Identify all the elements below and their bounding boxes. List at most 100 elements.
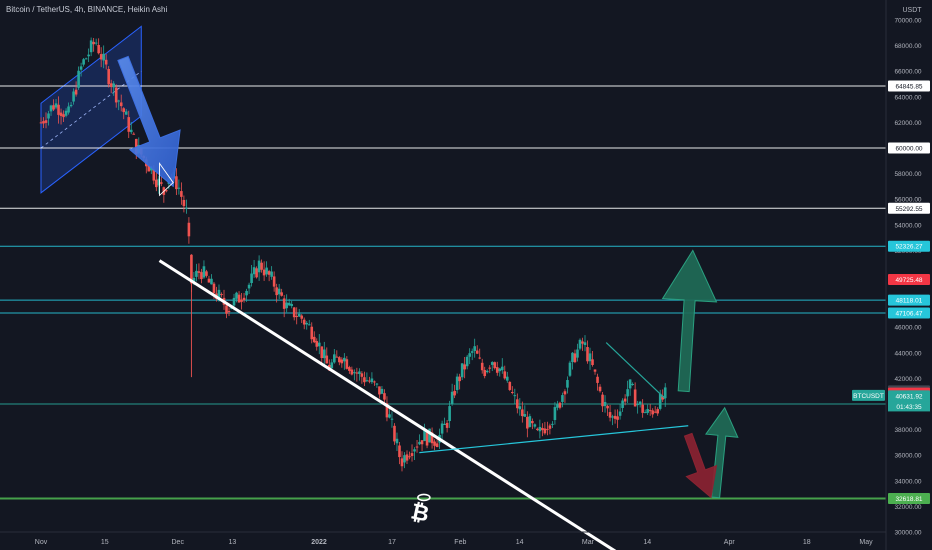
candle-body [503, 371, 507, 379]
y-axis-tick-label: 42000.00 [894, 376, 921, 383]
candle-body [420, 440, 424, 445]
candle-body [285, 302, 288, 309]
x-axis-tick-label: 2022 [311, 539, 327, 546]
y-axis-tick-label: 46000.00 [894, 325, 921, 332]
candle-body [84, 58, 88, 60]
candle-body [568, 362, 572, 376]
candle-body [475, 350, 479, 354]
candle-body [408, 456, 411, 458]
candle-body [202, 266, 206, 278]
candle-body [350, 369, 354, 375]
candle-body [348, 367, 351, 371]
candle-body [182, 199, 186, 207]
candle-body [44, 120, 48, 123]
candle-body [107, 69, 110, 85]
candle-body [225, 305, 228, 314]
candle-body [295, 316, 299, 318]
candle-body [646, 409, 649, 413]
candle-body [593, 369, 597, 372]
candle-body [252, 267, 256, 275]
candle-body [275, 287, 278, 296]
candle-body [651, 410, 654, 415]
candle-body [596, 376, 599, 383]
x-axis-tick-label: 18 [803, 539, 811, 546]
candle-body [528, 416, 532, 428]
candle-body [425, 432, 429, 446]
candle-body [636, 403, 639, 406]
candle-body [493, 362, 497, 369]
candle-body [500, 366, 504, 371]
candle-body [124, 111, 128, 115]
candle-body [368, 380, 371, 382]
candle-body [197, 271, 201, 273]
price-chart[interactable]: ₿ 30000.0032000.0034000.0036000.0038000.… [0, 0, 932, 550]
candle-body [129, 129, 133, 133]
candle-body [69, 104, 73, 107]
candle-body [340, 359, 344, 364]
candle-body [445, 422, 449, 428]
candle-body [518, 406, 522, 410]
candle-body [370, 378, 374, 383]
candle-body [47, 113, 50, 119]
candle-body [621, 400, 624, 408]
candle-body [67, 106, 70, 113]
candle-body [563, 391, 567, 395]
candle-body [39, 122, 43, 124]
candle-body [290, 304, 293, 307]
candle-body [410, 453, 414, 456]
candle-body [82, 59, 85, 65]
candle-body [653, 411, 657, 413]
candle-body [588, 353, 592, 362]
level-price-label: 32618.81 [895, 496, 922, 503]
candle-body [658, 393, 662, 409]
candle-body [458, 376, 461, 382]
candle-body [205, 271, 208, 276]
candle-body [300, 315, 304, 319]
candle-body [611, 416, 614, 418]
x-axis-tick-label: Apr [724, 539, 736, 546]
symbol-badge-label: BTCUSDT [853, 393, 884, 400]
candle-body [508, 381, 512, 390]
candle-body [450, 391, 454, 404]
x-axis-tick-label: May [859, 539, 873, 546]
candle-body [513, 395, 517, 397]
candle-body [495, 367, 499, 373]
candle-body [546, 429, 549, 431]
candle-body [260, 262, 263, 270]
candle-body [62, 114, 65, 118]
candle-body [360, 373, 364, 377]
candle-body [57, 104, 60, 115]
candle-body [613, 415, 617, 419]
candle-body [187, 222, 191, 237]
candle-body [586, 347, 589, 362]
candle-body [573, 353, 577, 363]
candle-body [463, 364, 466, 370]
candle-body [353, 372, 356, 374]
candle-body [89, 40, 93, 53]
level-price-label: 60000.00 [895, 146, 922, 153]
candle-body [608, 412, 612, 418]
x-axis-tick-label: Feb [454, 539, 466, 546]
candle-body [633, 389, 637, 407]
chart-header: Bitcoin / TetherUS, 4h, BINANCE, Heikin … [6, 5, 167, 14]
candle-body [358, 371, 361, 374]
candle-body [102, 53, 105, 61]
candle-body [548, 425, 552, 429]
candle-body [104, 59, 108, 65]
candle-body [320, 346, 324, 358]
candle-body [117, 100, 121, 102]
candle-body [282, 298, 286, 309]
candle-body [380, 388, 384, 394]
candle-body [536, 428, 539, 430]
candle-body [581, 341, 584, 344]
candle-body [119, 102, 123, 107]
candle-body [307, 324, 311, 326]
candle-body [250, 273, 253, 284]
candle-body [571, 352, 574, 363]
candle-body [114, 87, 118, 103]
candle-body [72, 91, 75, 102]
y-axis-tick-label: 58000.00 [894, 171, 921, 178]
currency-label: USDT [902, 7, 922, 14]
candle-body [220, 294, 223, 296]
candle-body [553, 407, 557, 421]
